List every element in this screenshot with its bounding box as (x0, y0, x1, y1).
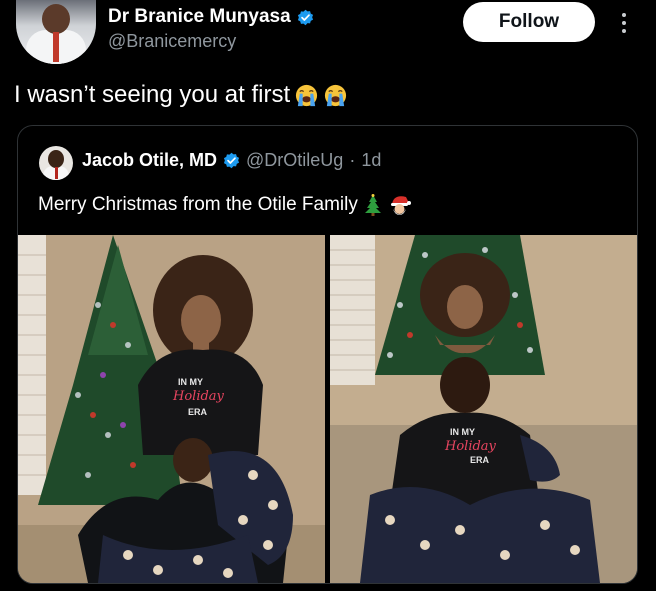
shirt-text-line1: IN MY (450, 427, 475, 437)
avatar-tie (53, 32, 59, 62)
more-dot (622, 21, 626, 25)
more-dot (622, 29, 626, 33)
christmas-tree-icon (364, 194, 381, 216)
shirt-text-line2: Holiday (444, 439, 497, 454)
verified-badge-icon (223, 152, 240, 169)
author-name[interactable]: Dr Branice Munyasa (108, 6, 314, 28)
family-photo-image: IN MY Holiday ERA (18, 235, 325, 583)
author-name-text[interactable]: Dr Branice Munyasa (108, 6, 291, 28)
follow-button[interactable]: Follow (463, 2, 595, 42)
avatar-head (42, 4, 70, 34)
quoted-post-photo-1[interactable]: IN MY Holiday ERA (18, 235, 325, 583)
more-options-icon[interactable] (612, 8, 636, 38)
author-avatar[interactable] (16, 0, 96, 64)
shirt-text-line1: IN MY (178, 377, 203, 387)
post-text-content: I wasn’t seeing you at first (14, 81, 291, 108)
quoted-author-handle[interactable]: @DrOtileUg (246, 150, 343, 171)
quoted-author-name[interactable]: Jacob Otile, MD (82, 150, 217, 171)
quoted-post-text-content: Merry Christmas from the Otile Family (38, 194, 358, 215)
post-text: I wasn’t seeing you at first (14, 81, 348, 109)
shirt-text-line3: ERA (188, 407, 208, 417)
author-handle[interactable]: @Branicemercy (108, 31, 236, 52)
verified-badge-icon (297, 9, 313, 25)
separator-dot: · (349, 150, 356, 170)
loudly-crying-face-icon (296, 84, 318, 106)
loudly-crying-face-icon (325, 84, 347, 106)
quoted-post-text: Merry Christmas from the Otile Family (38, 194, 412, 216)
quoted-avatar-face (48, 150, 64, 168)
quoted-post-header: Jacob Otile, MD @DrOtileUg · 1d (82, 150, 381, 171)
quoted-avatar-tie (55, 167, 58, 179)
quoted-post-photo-2[interactable]: IN MY Holiday ERA (330, 235, 637, 583)
quoted-post-time[interactable]: 1d (361, 150, 381, 171)
family-photo-image: IN MY Holiday ERA (330, 235, 637, 583)
more-dot (622, 13, 626, 17)
quoted-post-card[interactable]: Jacob Otile, MD @DrOtileUg · 1d Merry Ch… (17, 125, 638, 584)
shirt-text-line2: Holiday (172, 389, 225, 404)
quoted-author-avatar[interactable] (39, 146, 73, 180)
santa-icon (390, 196, 411, 215)
shirt-text-line3: ERA (470, 455, 490, 465)
